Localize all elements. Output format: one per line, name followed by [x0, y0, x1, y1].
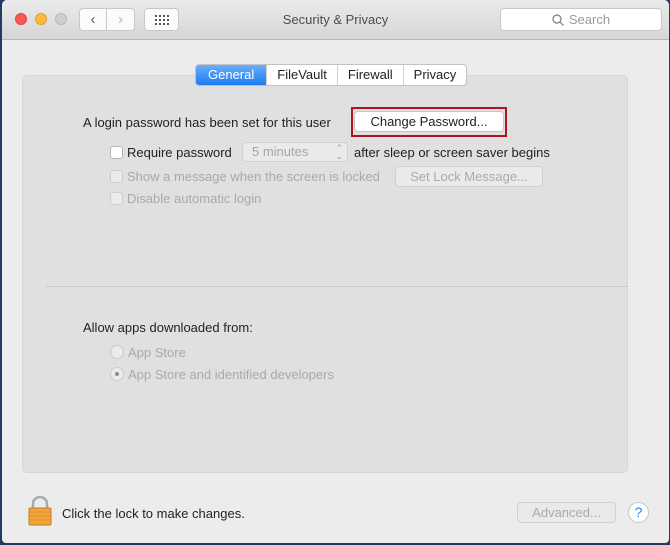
search-field[interactable]: Search — [500, 8, 662, 31]
require-password-label: Require password — [127, 145, 232, 160]
tab-bar: General FileVault Firewall Privacy — [195, 64, 468, 86]
chevron-right-icon: › — [118, 11, 123, 28]
grid-icon — [154, 14, 169, 25]
tab-filevault[interactable]: FileVault — [266, 65, 337, 85]
disable-auto-login-label: Disable automatic login — [127, 191, 262, 206]
require-password-delay-select[interactable]: 5 minutes ⌃ ⌄ — [242, 142, 348, 162]
disable-auto-login-checkbox[interactable] — [110, 192, 123, 205]
set-lock-message-button[interactable]: Set Lock Message... — [395, 166, 543, 187]
radio-selected-dot — [115, 372, 119, 376]
require-password-checkbox[interactable] — [110, 146, 123, 159]
delay-value: 5 minutes — [252, 144, 309, 159]
zoom-window-button[interactable] — [55, 13, 67, 25]
help-button[interactable]: ? — [628, 502, 649, 523]
search-icon — [552, 13, 564, 26]
login-password-text: A login password has been set for this u… — [83, 115, 331, 130]
advanced-button[interactable]: Advanced... — [517, 502, 616, 523]
after-sleep-text: after sleep or screen saver begins — [354, 145, 550, 160]
allow-apps-heading: Allow apps downloaded from: — [83, 320, 253, 335]
radio-app-store-label: App Store — [128, 345, 186, 360]
lock-text: Click the lock to make changes. — [62, 506, 245, 521]
radio-app-store-identified-label: App Store and identified developers — [128, 367, 334, 382]
up-down-arrows-icon: ⌃ ⌄ — [335, 143, 343, 161]
radio-app-store-identified[interactable] — [110, 367, 124, 381]
change-password-button[interactable]: Change Password... — [354, 111, 504, 132]
tab-general[interactable]: General — [196, 65, 267, 85]
security-privacy-window: ‹ › Security & Privacy Search General Fi… — [2, 0, 669, 543]
radio-app-store[interactable] — [110, 345, 124, 359]
general-panel — [22, 75, 628, 473]
back-button[interactable]: ‹ — [79, 8, 107, 31]
tab-privacy[interactable]: Privacy — [402, 65, 467, 85]
chevron-left-icon: ‹ — [90, 11, 96, 28]
close-window-button[interactable] — [15, 13, 27, 25]
search-placeholder: Search — [568, 12, 611, 27]
minimize-window-button[interactable] — [35, 13, 47, 25]
forward-button[interactable]: › — [107, 8, 135, 31]
section-divider — [46, 286, 628, 287]
title-bar: ‹ › Security & Privacy Search — [2, 0, 669, 40]
lock-icon[interactable] — [28, 496, 52, 526]
show-message-label: Show a message when the screen is locked — [127, 169, 380, 184]
show-message-checkbox[interactable] — [110, 170, 123, 183]
show-all-button[interactable] — [144, 8, 179, 31]
tab-firewall[interactable]: Firewall — [336, 65, 403, 85]
